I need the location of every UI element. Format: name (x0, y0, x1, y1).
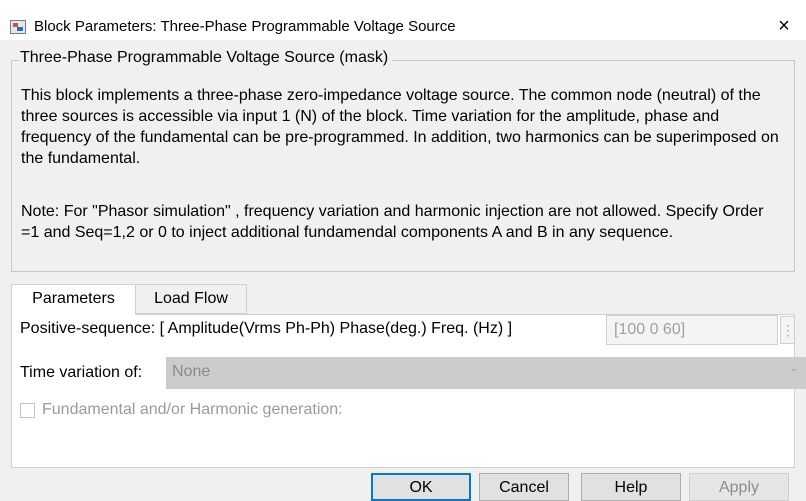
time-variation-value: None (172, 363, 211, 380)
simulink-block-icon (10, 20, 26, 34)
title-bar: Block Parameters: Three-Phase Programmab… (0, 0, 806, 40)
positive-sequence-input[interactable]: [100 0 60] (606, 315, 778, 345)
mask-description: This block implements a three-phase zero… (21, 87, 779, 167)
mask-description-group: Three-Phase Programmable Voltage Source … (11, 49, 795, 272)
chevron-down-icon: ⌄ (789, 363, 798, 374)
apply-button[interactable]: Apply (689, 473, 789, 501)
help-button[interactable]: Help (581, 473, 681, 501)
close-button[interactable]: × (762, 14, 806, 38)
tab-load-flow[interactable]: Load Flow (136, 284, 247, 314)
fundamental-harmonic-checkbox[interactable] (20, 403, 35, 418)
fundamental-harmonic-label: Fundamental and/or Harmonic generation: (42, 401, 343, 418)
more-options-icon[interactable]: ⋮ (780, 316, 795, 344)
positive-sequence-label: Positive-sequence: [ Amplitude(Vrms Ph-P… (20, 320, 513, 337)
time-variation-select[interactable]: None ⌄ (166, 357, 806, 389)
mask-note: Note: For "Phasor simulation" , frequenc… (21, 203, 764, 241)
time-variation-label: Time variation of: (20, 364, 143, 381)
cancel-button[interactable]: Cancel (479, 473, 569, 501)
ok-button[interactable]: OK (371, 473, 471, 501)
mask-legend: Three-Phase Programmable Voltage Source … (19, 49, 393, 67)
window-title: Block Parameters: Three-Phase Programmab… (34, 18, 456, 35)
tab-parameters[interactable]: Parameters (11, 284, 136, 315)
